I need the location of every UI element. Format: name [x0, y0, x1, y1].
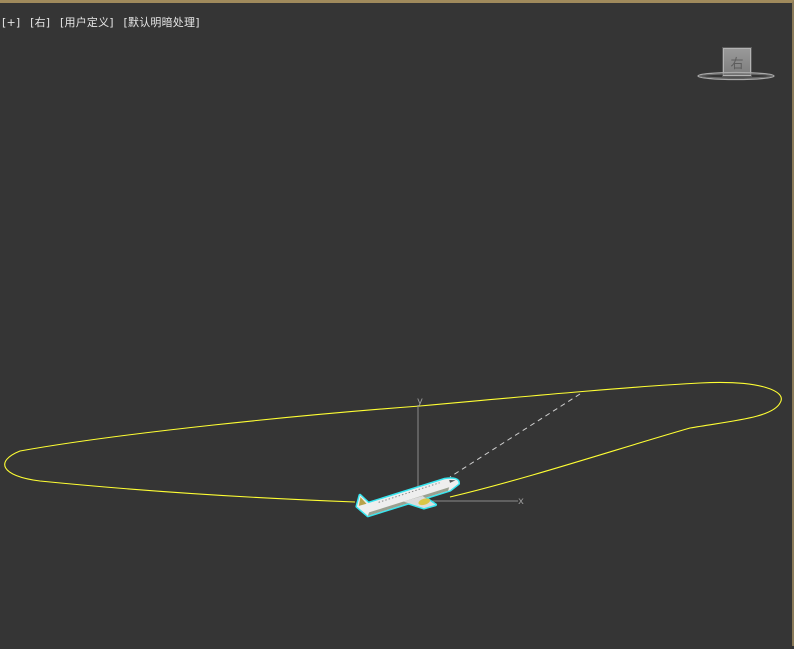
viewport-menu-plus[interactable]: [+] — [2, 16, 20, 29]
airplane-icon[interactable] — [354, 468, 462, 526]
viewcube-icon[interactable]: 右 — [696, 45, 776, 85]
viewport-label-bar: [+] [右] [用户定义] [默认明暗处理] — [2, 14, 206, 30]
motion-path-spline[interactable] — [4, 381, 782, 503]
viewcube-compass-ring[interactable] — [696, 69, 776, 83]
viewport-mode[interactable]: [用户定义] — [60, 16, 114, 29]
viewport-shading[interactable]: [默认明暗处理] — [124, 16, 200, 29]
target-line — [449, 393, 581, 478]
axis-label-x: x — [518, 496, 524, 507]
viewport-right[interactable]: y x [+] [右] [用户定义] [默认明暗处理] 右 — [0, 0, 794, 646]
viewport-point-of-view[interactable]: [右] — [30, 16, 50, 29]
axis-label-y: y — [417, 396, 423, 407]
scene-canvas[interactable]: y x — [0, 3, 794, 649]
